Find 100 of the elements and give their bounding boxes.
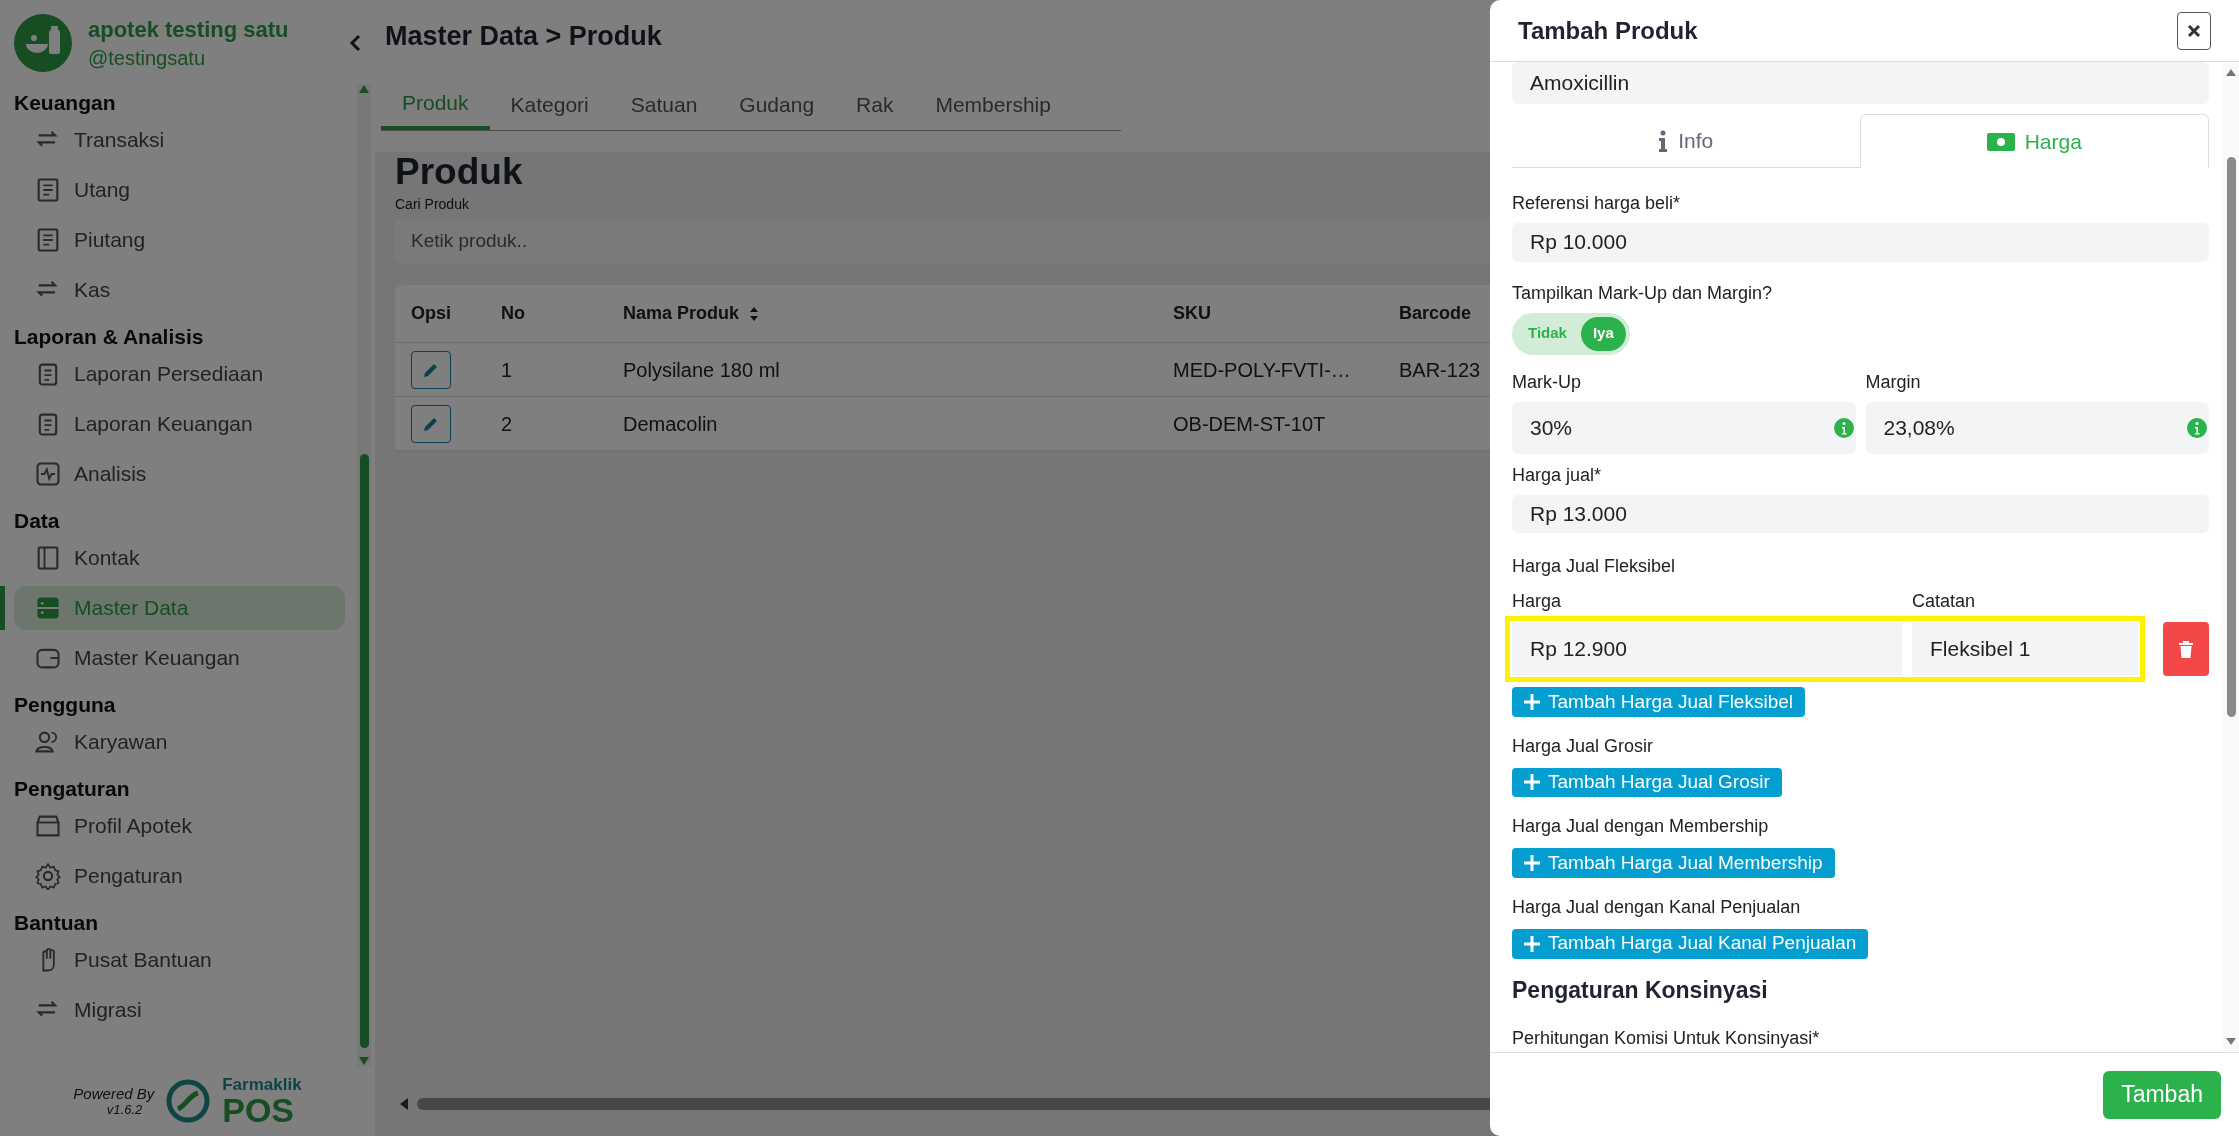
column-header: No: [501, 302, 525, 325]
nav-icon: [34, 460, 62, 488]
nav-section-title: Pengaturan: [14, 776, 131, 802]
column-header: SKU: [1173, 302, 1211, 325]
nav-item[interactable]: Profil Apotek: [14, 804, 345, 848]
tab[interactable]: Membership: [914, 80, 1072, 130]
nav-item[interactable]: Analisis: [14, 452, 345, 496]
add-button[interactable]: Tambah Harga Jual Kanal Penjualan: [1512, 928, 1869, 959]
plus-icon: [1524, 693, 1540, 710]
nav-item[interactable]: Kontak: [14, 536, 345, 580]
pharmacy-name: apotek testing satu: [88, 16, 289, 44]
nav-item[interactable]: Utang: [14, 168, 345, 212]
page-title: Master Data > Produk: [385, 19, 662, 53]
logo-icon: [14, 14, 72, 72]
powered-by-text: Powered By: [73, 1085, 155, 1103]
tab[interactable]: Info: [1512, 114, 1860, 168]
nav-item[interactable]: Transaksi: [14, 118, 345, 162]
text-field[interactable]: 23,08%: [1865, 401, 2209, 454]
nav-item[interactable]: Kas: [14, 268, 345, 312]
text-field[interactable]: Rp 13.000: [1512, 494, 2209, 533]
info-icon[interactable]: [1833, 417, 1854, 438]
brand-logo-icon: [166, 1079, 211, 1123]
nav-item[interactable]: Master Data: [14, 586, 345, 630]
scroll-down-icon[interactable]: [2225, 1037, 2237, 1046]
scroll-up-icon[interactable]: [358, 84, 370, 94]
nav-section-title: Pengguna: [14, 692, 117, 718]
field-label: Catatan: [1912, 590, 1976, 613]
field-label: Harga Jual Fleksibel: [1512, 555, 1677, 578]
nav-icon: [34, 862, 62, 890]
delete-button[interactable]: [2163, 622, 2209, 676]
table-cell: MED-POLY-FVTI-…: [1173, 358, 1351, 381]
nav-item[interactable]: Karyawan: [14, 720, 345, 764]
brand-name: Farmaklik: [222, 1075, 302, 1093]
text-field[interactable]: Rp 12.900: [1512, 623, 1902, 675]
table-cell: Polysilane 180 ml: [623, 358, 780, 381]
scroll-left-icon[interactable]: [399, 1097, 409, 1111]
column-header: Barcode: [1399, 302, 1472, 325]
tab[interactable]: Satuan: [609, 80, 719, 130]
toggle-switch[interactable]: Tidak Iya: [1512, 312, 1630, 355]
nav-item[interactable]: Pengaturan: [14, 854, 345, 898]
table-cell: Demacolin: [623, 412, 718, 435]
field-label: Perhitungan Komisi Untuk Konsinyasi*: [1512, 1027, 1821, 1050]
nav-item[interactable]: Master Keuangan: [14, 636, 345, 680]
tab[interactable]: Produk: [381, 80, 490, 130]
add-button[interactable]: Tambah Harga Jual Membership: [1512, 848, 1835, 878]
search-label: Cari Produk: [395, 195, 469, 214]
plus-icon: [1524, 935, 1540, 952]
field-label: Harga: [1512, 590, 1563, 613]
tab[interactable]: Rak: [835, 80, 915, 130]
nav-item[interactable]: Laporan Persediaan: [14, 352, 345, 396]
add-button[interactable]: Tambah Harga Jual Fleksibel: [1512, 687, 1805, 717]
field-label: Harga Jual Grosir: [1512, 734, 1655, 758]
nav-item[interactable]: Migrasi: [14, 988, 345, 1032]
field-label: Harga Jual dengan Membership: [1512, 815, 1770, 839]
text-field[interactable]: Amoxicillin: [1512, 62, 2209, 104]
trash-icon: [2178, 640, 2194, 658]
nav-item[interactable]: Pusat Bantuan: [14, 938, 345, 982]
edit-button[interactable]: [411, 404, 451, 443]
scrollbar[interactable]: [357, 84, 371, 1066]
nav-section-title: Laporan & Analisis: [14, 324, 205, 350]
close-button[interactable]: [2177, 11, 2211, 50]
pharmacy-handle: @testingsatu: [88, 46, 207, 71]
text-field[interactable]: Rp 10.000: [1512, 223, 2209, 262]
scroll-up-icon[interactable]: [2225, 68, 2237, 77]
plus-icon: [1524, 855, 1540, 872]
table-cell: 2: [501, 412, 513, 435]
plus-icon: [1524, 774, 1540, 791]
tab[interactable]: Harga: [1859, 114, 2209, 168]
version-text: v1.6.2: [106, 1103, 143, 1117]
panel-title: Tambah Produk: [1518, 15, 1698, 46]
collapse-icon[interactable]: [349, 34, 361, 52]
tab[interactable]: Gudang: [718, 80, 836, 130]
nav-section-title: Data: [14, 508, 61, 534]
nav-item[interactable]: Piutang: [14, 218, 345, 262]
field-label: Harga jual*: [1512, 463, 1603, 487]
table-cell: BAR-123: [1399, 358, 1481, 381]
scroll-down-icon[interactable]: [358, 1056, 370, 1066]
brand-name: POS: [222, 1092, 296, 1127]
field-label: Harga Jual dengan Kanal Penjualan: [1512, 895, 1802, 919]
field-label: Mark-Up: [1512, 370, 1582, 394]
text-field[interactable]: 30%: [1512, 401, 1856, 454]
scrollbar[interactable]: [2223, 62, 2239, 1052]
table-cell: OB-DEM-ST-10T: [1173, 412, 1326, 435]
close-icon: [2187, 23, 2201, 38]
nav-item[interactable]: Laporan Keuangan: [14, 402, 345, 446]
field-label: Referensi harga beli*: [1512, 192, 1682, 215]
text-field[interactable]: Fleksibel 1: [1912, 623, 2138, 675]
nav-section-title: Bantuan: [14, 910, 99, 936]
info-icon[interactable]: [2187, 417, 2207, 438]
section-heading: Produk: [395, 150, 523, 194]
add-button[interactable]: Tambah Harga Jual Grosir: [1512, 767, 1782, 798]
sort-icon[interactable]: [749, 305, 760, 322]
column-header: Opsi: [411, 302, 451, 325]
submit-button[interactable]: Tambah: [2103, 1070, 2221, 1119]
section-heading: Pengaturan Konsinyasi: [1512, 975, 1769, 1005]
field-label: Margin: [1865, 370, 1922, 394]
tab[interactable]: Kategori: [489, 80, 610, 130]
edit-button[interactable]: [411, 350, 451, 389]
field-label: Tampilkan Mark-Up dan Margin?: [1512, 281, 1774, 305]
nav-section-title: Keuangan: [14, 90, 117, 116]
